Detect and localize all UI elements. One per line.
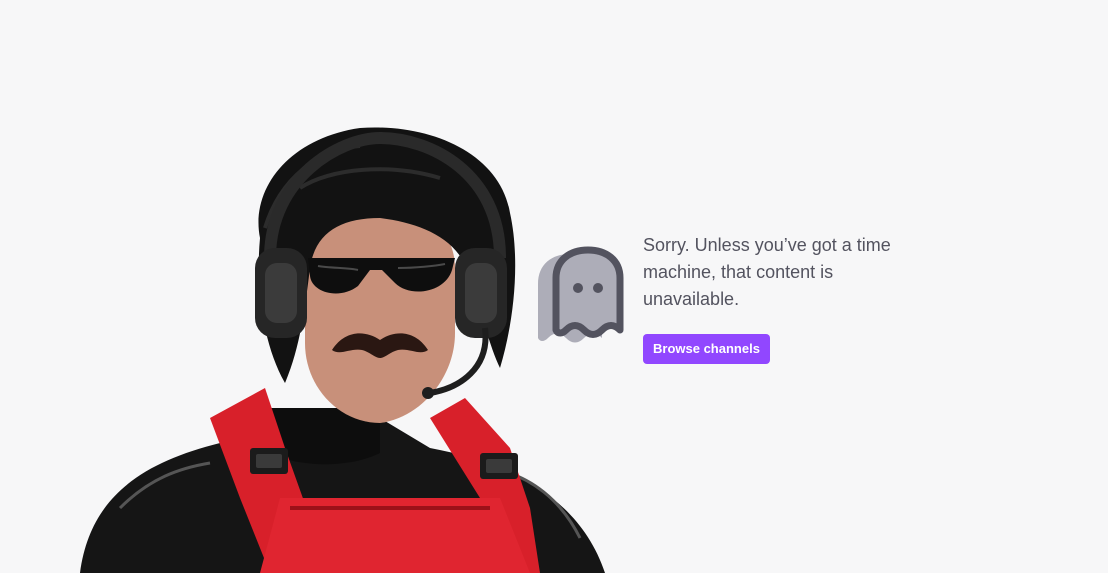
error-message: Sorry. Unless you’ve got a time machine,… (643, 235, 891, 309)
streamer-illustration (60, 118, 620, 573)
content-unavailable-page: Sorry. Unless you’ve got a time machine,… (0, 0, 1108, 573)
error-message-block: Sorry. Unless you’ve got a time machine,… (643, 232, 933, 364)
ghost-icon (532, 246, 624, 344)
browse-channels-button[interactable]: Browse channels (643, 334, 770, 364)
streamer-image (80, 127, 605, 573)
